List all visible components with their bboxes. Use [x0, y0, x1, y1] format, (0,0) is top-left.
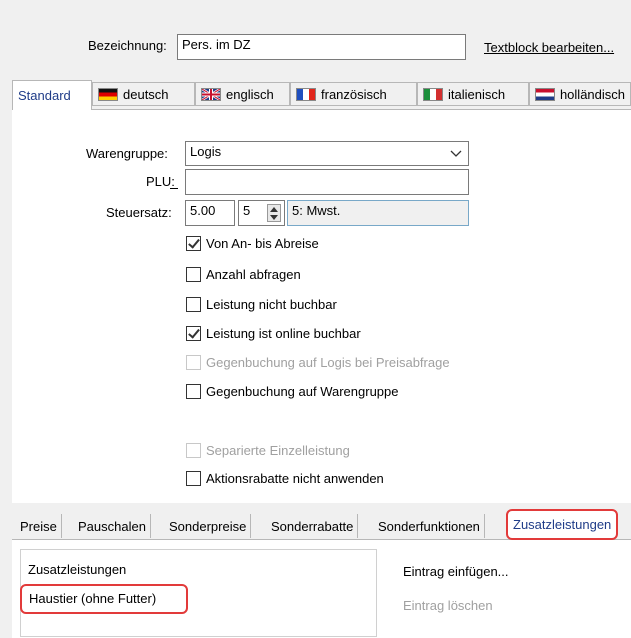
- tab-label: holländisch: [559, 86, 625, 102]
- checkbox-label: Leistung nicht buchbar: [206, 297, 337, 312]
- eintrag-loeschen-button: Eintrag löschen: [403, 598, 493, 613]
- tab-label: Standard: [18, 88, 71, 103]
- tab-label: italienisch: [448, 86, 506, 102]
- eintrag-einfuegen-button[interactable]: Eintrag einfügen...: [403, 564, 509, 579]
- it-flag-icon: [423, 87, 443, 101]
- checkbox-label: Aktionsrabatte nicht anwenden: [206, 471, 384, 486]
- warengruppe-label: Warengruppe:: [86, 146, 168, 161]
- tab-zusatzleistungen[interactable]: Zusatzleistungen: [506, 509, 619, 540]
- tab-label: Sonderrabatte: [271, 518, 354, 534]
- spin-down-icon[interactable]: [268, 214, 280, 221]
- checkbox-anzahl-abfragen[interactable]: Anzahl abfragen: [186, 267, 301, 282]
- tab-label: Pauschalen: [78, 518, 146, 534]
- list-item[interactable]: Haustier (ohne Futter): [20, 584, 188, 614]
- checkbox-box: [186, 355, 201, 370]
- plu-accel-underline: [170, 188, 178, 189]
- steuersatz-input[interactable]: 5.00: [185, 200, 235, 226]
- tab-standard[interactable]: Standard: [12, 80, 92, 110]
- textblock-bearbeiten-link[interactable]: Textblock bearbeiten...: [484, 40, 614, 55]
- tab-sonderrabatte[interactable]: Sonderrabatte: [267, 514, 359, 538]
- checkbox-von-an-bis-abreise[interactable]: Von An- bis Abreise: [186, 236, 319, 251]
- tab-deutsch[interactable]: deutsch: [92, 82, 195, 106]
- tab-label: Sonderfunktionen: [378, 518, 480, 534]
- tab-pauschalen[interactable]: Pauschalen: [74, 514, 151, 538]
- checkbox-separierte-einzelleistung: Separierte Einzelleistung: [186, 443, 350, 458]
- checkbox-aktionsrabatte[interactable]: Aktionsrabatte nicht anwenden: [186, 471, 384, 486]
- chevron-down-icon: [450, 150, 462, 157]
- checkbox-leistung-online-buchbar[interactable]: Leistung ist online buchbar: [186, 326, 361, 341]
- tab-sonderfunktionen[interactable]: Sonderfunktionen: [374, 514, 485, 538]
- list-header: Zusatzleistungen: [28, 562, 127, 577]
- tab-label: französisch: [321, 86, 387, 102]
- warengruppe-value: Logis: [190, 144, 222, 159]
- tab-hollaendisch[interactable]: holländisch: [529, 82, 631, 106]
- detail-tab-strip: Preise Pauschalen Sonderpreise Sonderrab…: [12, 508, 631, 540]
- checkbox-box[interactable]: [186, 471, 201, 486]
- tab-sonderpreise[interactable]: Sonderpreise: [165, 514, 252, 538]
- steuersatz-label: Steuersatz:: [106, 205, 172, 220]
- steuer-code-spinner[interactable]: 5: [238, 200, 285, 226]
- checkbox-label: Gegenbuchung auf Logis bei Preisabfrage: [206, 355, 450, 370]
- bezeichnung-input[interactable]: Pers. im DZ: [177, 34, 466, 60]
- plu-input[interactable]: [185, 169, 469, 195]
- checkbox-box[interactable]: [186, 236, 201, 251]
- checkbox-label: Leistung ist online buchbar: [206, 326, 361, 341]
- checkbox-box[interactable]: [186, 326, 201, 341]
- tab-label: Preise: [20, 518, 57, 534]
- warengruppe-select[interactable]: Logis: [185, 141, 469, 166]
- tab-label: englisch: [226, 86, 274, 102]
- plu-label: PLU:: [146, 174, 175, 189]
- language-tab-strip: Standard deutsch englisch französisch it…: [12, 80, 631, 110]
- spin-buttons[interactable]: [267, 204, 281, 222]
- checkbox-label: Von An- bis Abreise: [206, 236, 319, 251]
- checkbox-label: Gegenbuchung auf Warengruppe: [206, 384, 399, 399]
- nl-flag-icon: [535, 87, 555, 101]
- checkbox-label: Anzahl abfragen: [206, 267, 301, 282]
- checkbox-box[interactable]: [186, 297, 201, 312]
- fr-flag-icon: [296, 87, 316, 101]
- tab-franzoesisch[interactable]: französisch: [290, 82, 417, 106]
- spin-up-icon[interactable]: [268, 206, 280, 213]
- checkbox-gegenbuchung-logis: Gegenbuchung auf Logis bei Preisabfrage: [186, 355, 450, 370]
- tab-label: deutsch: [123, 86, 169, 102]
- de-flag-icon: [98, 87, 118, 101]
- tab-englisch[interactable]: englisch: [195, 82, 290, 106]
- checkbox-box[interactable]: [186, 384, 201, 399]
- tab-italienisch[interactable]: italienisch: [417, 82, 529, 106]
- tab-label: Sonderpreise: [169, 518, 247, 534]
- bezeichnung-label: Bezeichnung:: [88, 38, 167, 53]
- steuer-description: 5: Mwst.: [287, 200, 469, 226]
- checkbox-label: Separierte Einzelleistung: [206, 443, 350, 458]
- checkbox-box: [186, 443, 201, 458]
- tab-preise[interactable]: Preise: [16, 514, 62, 538]
- checkbox-leistung-nicht-buchbar[interactable]: Leistung nicht buchbar: [186, 297, 337, 312]
- list-item-label: Haustier (ohne Futter): [29, 591, 157, 606]
- steuer-code-value: 5: [243, 203, 251, 218]
- checkbox-gegenbuchung-warengruppe[interactable]: Gegenbuchung auf Warengruppe: [186, 384, 399, 399]
- checkbox-box[interactable]: [186, 267, 201, 282]
- uk-flag-icon: [201, 87, 221, 101]
- tab-label: Zusatzleistungen: [513, 517, 612, 532]
